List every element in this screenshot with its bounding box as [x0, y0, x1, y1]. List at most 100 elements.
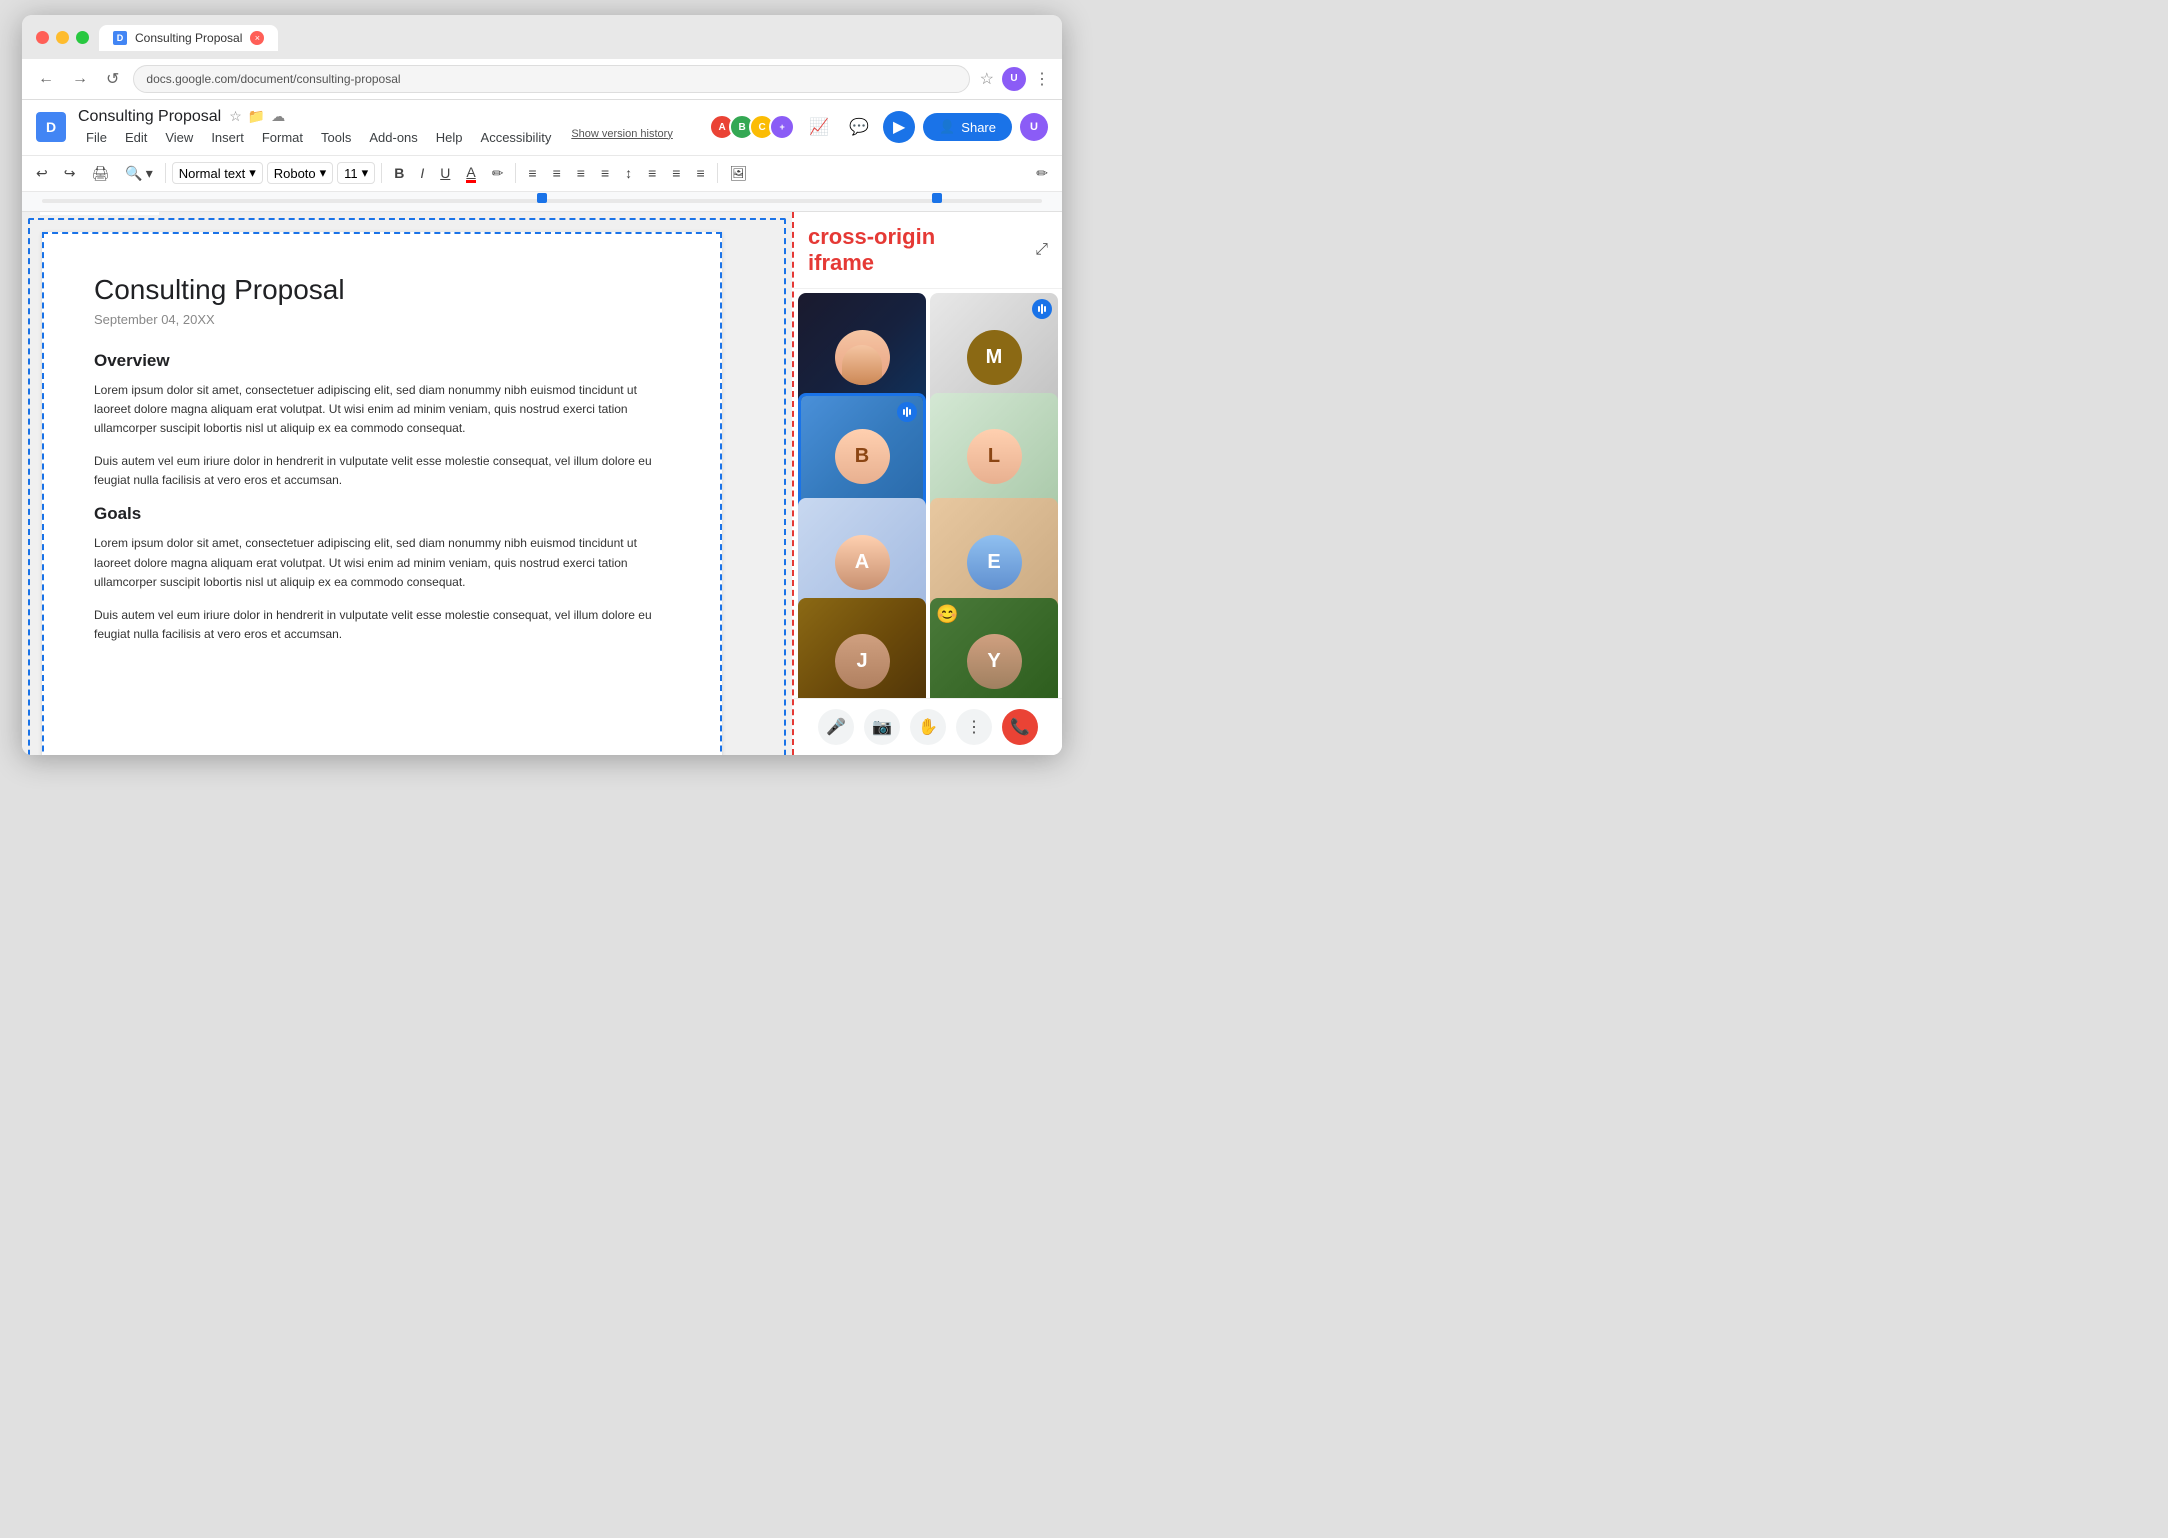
align-right-button[interactable]: ≡	[571, 161, 591, 185]
minimize-traffic-light[interactable]	[56, 31, 69, 44]
docs-right-actions: A B C + 📈 💬 ▶ 👤 Share U	[715, 111, 1048, 143]
address-bar-input[interactable]	[133, 65, 969, 93]
font-size-select[interactable]: 11 ▾	[337, 162, 375, 184]
call-controls: 🎤 📷 ✋ ⋮ 📞	[794, 698, 1062, 755]
browser-menu-icon[interactable]: ⋮	[1034, 69, 1050, 89]
docs-body: main content area Consulting Proposal Se…	[22, 212, 1062, 755]
bookmark-icon[interactable]: ☆	[980, 69, 994, 89]
toolbar-divider-4	[717, 163, 718, 183]
meet-icon[interactable]: ▶	[883, 111, 915, 143]
browser-window: D Consulting Proposal × ← → ↺ ☆ U ⋮	[22, 15, 1062, 755]
mute-button[interactable]: 🎤	[818, 709, 854, 745]
docs-toolbar: ↩ ↪ 🖨 🔍▾ Normal text ▾ Roboto ▾ 11 ▾ B I…	[22, 156, 1062, 192]
overview-paragraph-2: Duis autem vel eum iriure dolor in hendr…	[94, 452, 670, 490]
menu-addons[interactable]: Add-ons	[361, 128, 425, 147]
docs-topbar: D Consulting Proposal ☆ 📁 ☁ File Edit Vi…	[22, 100, 1062, 156]
back-button[interactable]: ←	[34, 68, 58, 90]
collaborator-avatars: A B C +	[715, 114, 795, 140]
forward-button[interactable]: →	[68, 68, 92, 90]
tab-favicon: D	[113, 31, 127, 45]
browser-right-icons: ☆ U ⋮	[980, 67, 1050, 91]
address-bar-row: ← → ↺ ☆ U ⋮	[22, 59, 1062, 100]
redo-button[interactable]: ↪	[58, 161, 82, 186]
open-external-button[interactable]: ⤢	[1035, 241, 1048, 259]
content-area-wrapper: main content area Consulting Proposal Se…	[42, 232, 772, 735]
tab-bar: D Consulting Proposal ×	[99, 25, 278, 51]
undo-button[interactable]: ↩	[30, 161, 54, 186]
text-style-select[interactable]: Normal text ▾	[172, 162, 263, 184]
content-area-label: main content area	[40, 212, 159, 215]
comments-icon[interactable]: 💬	[843, 111, 875, 143]
italic-button[interactable]: I	[414, 161, 430, 185]
align-justify-button[interactable]: ≡	[595, 161, 615, 185]
overview-paragraph-1: Lorem ipsum dolor sit amet, consectetuer…	[94, 381, 670, 439]
star-icon[interactable]: ☆	[229, 108, 242, 125]
indent-button[interactable]: ≡	[690, 161, 710, 185]
refresh-button[interactable]: ↺	[102, 67, 123, 91]
goals-paragraph-2: Duis autem vel eum iriure dolor in hendr…	[94, 606, 670, 644]
video-tile-you: Y You 😊	[930, 598, 1058, 698]
bold-button[interactable]: B	[388, 161, 410, 185]
speaking-indicator-beth	[897, 402, 917, 422]
section-heading-goals: Goals	[94, 504, 670, 524]
menu-insert[interactable]: Insert	[203, 128, 252, 147]
video-tile-jordan: J Jordan	[798, 598, 926, 698]
align-center-button[interactable]: ≡	[547, 161, 567, 185]
collaborator-more[interactable]: +	[769, 114, 795, 140]
docs-main: main content area Consulting Proposal Se…	[22, 212, 792, 755]
menu-help[interactable]: Help	[428, 128, 471, 147]
end-call-button[interactable]: 📞	[1002, 709, 1038, 745]
menu-tools[interactable]: Tools	[313, 128, 359, 147]
docs-page: Consulting Proposal September 04, 20XX O…	[42, 232, 722, 755]
menu-accessibility[interactable]: Accessibility	[473, 128, 560, 147]
raise-hand-button[interactable]: ✋	[910, 709, 946, 745]
underline-button[interactable]: U	[434, 161, 456, 185]
docs-title-row: Consulting Proposal ☆ 📁 ☁	[78, 108, 703, 126]
camera-button[interactable]: 📷	[864, 709, 900, 745]
share-button[interactable]: 👤 Share	[923, 113, 1012, 141]
docs-logo: D	[36, 112, 66, 142]
align-left-button[interactable]: ≡	[522, 161, 542, 185]
edit-mode-button[interactable]: ✏	[1030, 161, 1054, 186]
section-heading-overview: Overview	[94, 351, 670, 371]
menu-edit[interactable]: Edit	[117, 128, 155, 147]
activity-icon[interactable]: 📈	[803, 111, 835, 143]
document-title: Consulting Proposal	[78, 108, 221, 126]
menu-format[interactable]: Format	[254, 128, 311, 147]
cloud-icon[interactable]: ☁	[271, 108, 285, 125]
menu-view[interactable]: View	[157, 128, 201, 147]
tab-title: Consulting Proposal	[135, 31, 242, 45]
tab-close-button[interactable]: ×	[250, 31, 264, 45]
zoom-button[interactable]: 🔍▾	[119, 161, 158, 186]
docs-menubar: File Edit View Insert Format Tools Add-o…	[78, 128, 703, 147]
speaking-bars-beth	[903, 407, 911, 417]
highlight-button[interactable]: ✏	[486, 161, 510, 186]
document-title-heading: Consulting Proposal	[94, 274, 670, 306]
toolbar-divider-3	[515, 163, 516, 183]
traffic-lights	[36, 31, 89, 44]
print-button[interactable]: 🖨	[85, 161, 115, 186]
user-avatar[interactable]: U	[1020, 113, 1048, 141]
goals-paragraph-1: Lorem ipsum dolor sit amet, consectetuer…	[94, 534, 670, 592]
browser-tab[interactable]: D Consulting Proposal ×	[99, 25, 278, 51]
side-panel-header: cross-origin iframe ⤢	[794, 212, 1062, 290]
insert-image-button[interactable]: 🖼	[724, 161, 754, 186]
numbered-list-button[interactable]: ≡	[666, 161, 686, 185]
folder-icon[interactable]: 📁	[248, 108, 265, 125]
version-history-link[interactable]: Show version history	[571, 128, 673, 147]
menu-file[interactable]: File	[78, 128, 115, 147]
toolbar-divider-2	[381, 163, 382, 183]
close-traffic-light[interactable]	[36, 31, 49, 44]
text-color-button[interactable]: A	[460, 160, 481, 187]
user-profile-icon[interactable]: U	[1002, 67, 1026, 91]
video-bg-jordan: J	[798, 598, 926, 698]
font-select[interactable]: Roboto ▾	[267, 162, 333, 184]
cross-origin-label: cross-origin iframe	[808, 224, 935, 277]
docs-title-icons: ☆ 📁 ☁	[229, 108, 285, 125]
more-options-button[interactable]: ⋮	[956, 709, 992, 745]
video-grid: Aziz M Mike	[794, 289, 1062, 697]
bullet-list-button[interactable]: ≡	[642, 161, 662, 185]
emoji-overlay-you: 😊	[936, 604, 958, 625]
maximize-traffic-light[interactable]	[76, 31, 89, 44]
line-spacing-button[interactable]: ↕	[619, 161, 638, 185]
